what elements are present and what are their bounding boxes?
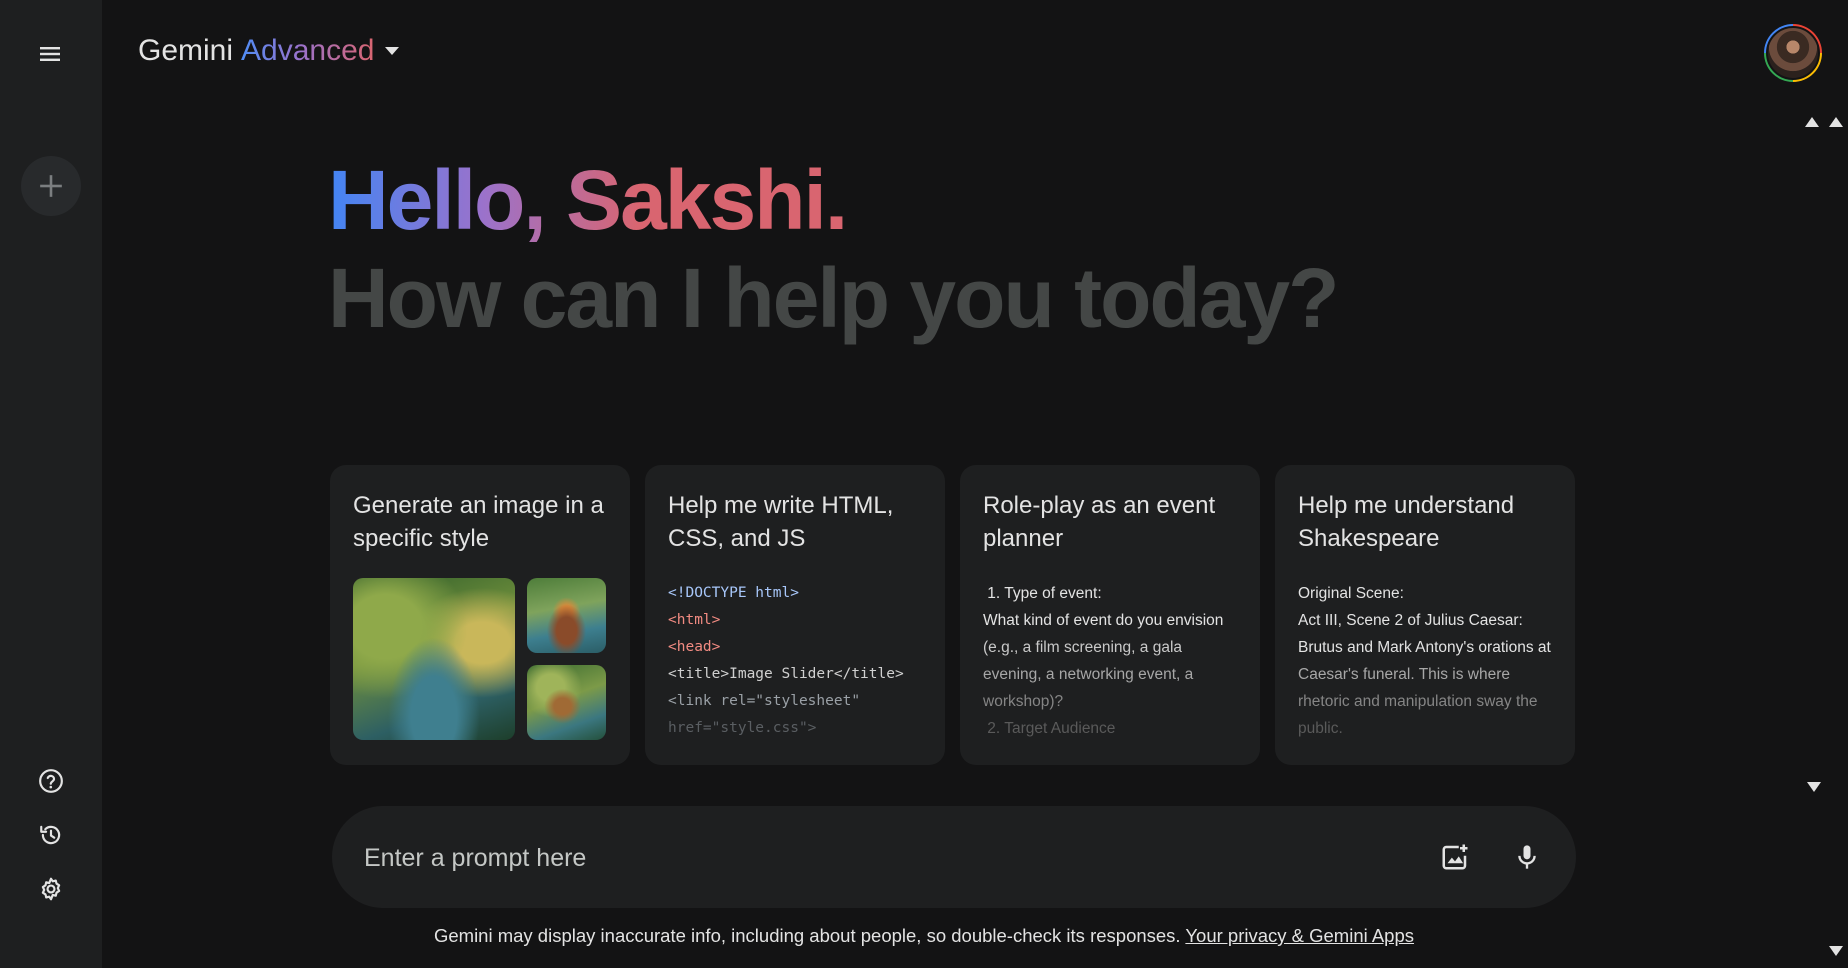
scroll-down-arrow[interactable] bbox=[1806, 780, 1822, 796]
greeting-subtitle: How can I help you today? bbox=[328, 251, 1339, 345]
card-title: Role-play as an event planner bbox=[983, 492, 1216, 552]
preview-line: What kind of event do you envision bbox=[983, 612, 1224, 629]
suggestion-card-image[interactable]: Generate an image in a specific style bbox=[330, 465, 630, 765]
gear-icon bbox=[41, 877, 61, 901]
plus-icon bbox=[40, 175, 62, 197]
preview-line: (e.g., a film screening, a gala bbox=[983, 639, 1183, 656]
history-icon bbox=[40, 825, 61, 845]
code-line: <title>Image Slider</title> bbox=[668, 666, 904, 682]
scroll-up-arrows[interactable] bbox=[1804, 116, 1844, 132]
preview-line: public. bbox=[1298, 720, 1343, 737]
code-line: <html> bbox=[668, 612, 721, 628]
account-avatar[interactable] bbox=[1764, 24, 1822, 82]
triangle-up-icon bbox=[1829, 117, 1843, 127]
preview-line: Brutus and Mark Antony's orations at bbox=[1298, 639, 1551, 656]
avatar-photo bbox=[1766, 26, 1820, 80]
triangle-up-icon bbox=[1805, 117, 1819, 127]
code-line: <link rel="stylesheet" bbox=[668, 693, 861, 709]
card-title: Generate an image in a specific style bbox=[353, 492, 604, 552]
preview-line: Act III, Scene 2 of Julius Caesar: bbox=[1298, 612, 1523, 629]
code-snippet: <!DOCTYPE html> <html> <head> <title>Image … bbox=[668, 580, 904, 742]
disclaimer-text: Gemini may display inaccurate info, incl… bbox=[433, 925, 1181, 946]
menu-icon bbox=[40, 47, 60, 61]
privacy-link[interactable]: Your privacy & Gemini Apps bbox=[1185, 925, 1414, 946]
caret-down-icon bbox=[385, 47, 400, 55]
suggestion-card-shakespeare[interactable]: Help me understand Shakespeare Original … bbox=[1275, 465, 1575, 765]
card-preview: Original Scene: Act III, Scene 2 of Juli… bbox=[1298, 580, 1560, 742]
jungle-painting-image bbox=[353, 578, 515, 740]
upload-image-button[interactable] bbox=[1432, 834, 1478, 880]
card-title: Help me understand Shakespeare bbox=[1298, 492, 1515, 552]
boat-painting-image bbox=[527, 578, 606, 653]
disclaimer: Gemini may display inaccurate info, incl… bbox=[0, 925, 1848, 947]
preview-line: Caesar's funeral. This is where bbox=[1298, 666, 1511, 683]
greeting-title: Hello, Sakshi. bbox=[328, 153, 848, 247]
code-line: <!DOCTYPE html> bbox=[668, 585, 799, 601]
microphone-icon bbox=[1518, 845, 1536, 869]
preview-line: 2. Target Audience bbox=[983, 720, 1116, 737]
history-button[interactable] bbox=[28, 812, 74, 858]
suggestion-card-code[interactable]: Help me write HTML, CSS, and JS <!DOCTYP… bbox=[645, 465, 945, 765]
help-icon bbox=[39, 769, 63, 793]
preview-line: Original Scene: bbox=[1298, 585, 1404, 602]
suggestion-card-event[interactable]: Role-play as an event planner 1. Type of… bbox=[960, 465, 1260, 765]
preview-line: evening, a networking event, a bbox=[983, 666, 1194, 683]
sidebar bbox=[0, 0, 102, 968]
preview-line: rhetoric and manipulation sway the bbox=[1298, 693, 1538, 710]
code-line: href="style.css"> bbox=[668, 720, 817, 736]
card-preview: 1. Type of event: What kind of event do … bbox=[983, 580, 1245, 742]
triangle-down-icon bbox=[1807, 782, 1821, 792]
new-chat-button[interactable] bbox=[21, 156, 81, 216]
prompt-input[interactable] bbox=[362, 836, 1416, 880]
settings-button[interactable] bbox=[28, 866, 74, 912]
microphone-button[interactable] bbox=[1504, 834, 1550, 880]
add-image-icon bbox=[1442, 844, 1468, 870]
model-selector[interactable]: Gemini Advanced bbox=[138, 34, 400, 68]
card-title: Help me write HTML, CSS, and JS bbox=[668, 492, 894, 552]
code-line: <head> bbox=[668, 639, 721, 655]
brand-tier: Advanced bbox=[241, 34, 375, 67]
preview-line: 1. Type of event: bbox=[983, 585, 1102, 602]
forest-painting-image bbox=[527, 665, 606, 740]
menu-button[interactable] bbox=[26, 30, 74, 78]
brand-name: Gemini bbox=[138, 34, 234, 67]
help-button[interactable] bbox=[28, 758, 74, 804]
preview-line: workshop)? bbox=[983, 693, 1064, 710]
prompt-bar bbox=[332, 806, 1576, 908]
